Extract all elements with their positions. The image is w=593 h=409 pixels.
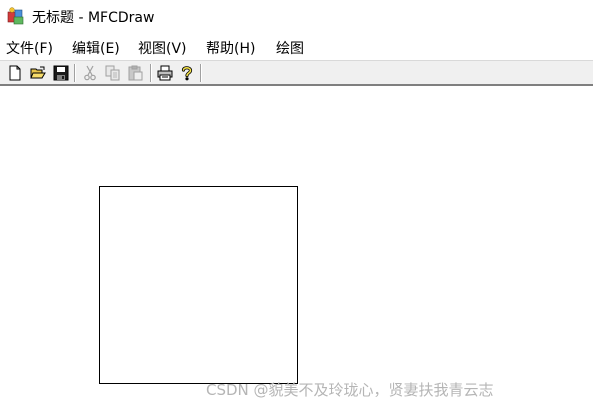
toolbar-separator — [200, 64, 201, 82]
print-button[interactable] — [155, 63, 175, 83]
toolbar-separator — [150, 64, 151, 82]
copy-button[interactable] — [103, 63, 123, 83]
menu-view[interactable]: 视图(V) — [138, 38, 187, 58]
menu-file[interactable]: 文件(F) — [6, 38, 53, 58]
open-button[interactable] — [28, 63, 48, 83]
copy-icon — [105, 65, 120, 81]
save-disk-icon — [53, 65, 69, 81]
title-bar: 无标题 - MFCDraw — [0, 0, 593, 34]
help-button[interactable] — [177, 63, 197, 83]
menu-draw[interactable]: 绘图 — [276, 38, 304, 58]
help-question-icon — [181, 66, 193, 81]
menu-edit[interactable]: 编辑(E) — [72, 38, 120, 58]
paste-button[interactable] — [126, 63, 146, 83]
window-title: 无标题 - MFCDraw — [32, 10, 155, 26]
new-file-icon — [9, 65, 21, 81]
menu-help[interactable]: 帮助(H) — [206, 38, 255, 58]
paste-icon — [128, 65, 143, 81]
save-button[interactable] — [51, 63, 71, 83]
watermark-text: CSDN @貌美不及玲珑心，贤妻扶我青云志 — [206, 381, 494, 399]
menu-bar: 文件(F) 编辑(E) 视图(V) 帮助(H) 绘图 — [0, 34, 593, 60]
cut-button[interactable] — [80, 63, 100, 83]
open-folder-icon — [30, 66, 46, 79]
cut-scissors-icon — [84, 65, 96, 81]
toolbar — [0, 61, 593, 84]
new-button[interactable] — [5, 63, 25, 83]
print-icon — [157, 65, 173, 81]
mfc-app-icon[interactable] — [6, 6, 26, 26]
drawn-rectangle — [99, 186, 298, 384]
toolbar-separator — [74, 64, 75, 82]
